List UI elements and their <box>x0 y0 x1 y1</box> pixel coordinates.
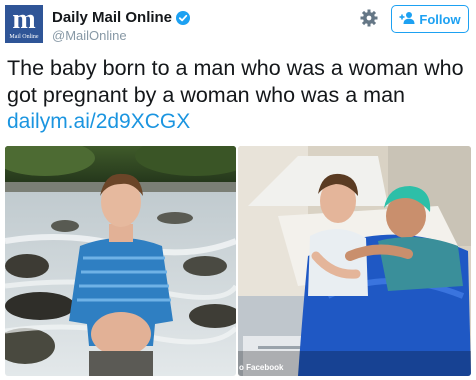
tweet-text: The baby born to a man who was a woman w… <box>7 56 464 107</box>
display-name[interactable]: Daily Mail Online <box>52 9 172 27</box>
photo-river[interactable] <box>5 146 236 376</box>
follow-button[interactable]: Follow <box>391 5 469 33</box>
photo-hospital[interactable] <box>238 146 471 376</box>
add-user-icon <box>399 11 415 28</box>
avatar[interactable]: m Mail Online <box>5 5 43 43</box>
logo-text: Mail Online <box>9 34 39 40</box>
photo-credit: o Facebook <box>239 363 284 372</box>
logo-letter: m <box>12 5 36 35</box>
account-handle[interactable]: @MailOnline <box>52 28 127 43</box>
tweet-card: m Mail Online Daily Mail Online @MailOnl… <box>0 0 476 380</box>
name-row: Daily Mail Online <box>52 9 191 27</box>
follow-label: Follow <box>419 11 461 27</box>
gear-icon[interactable] <box>360 9 378 27</box>
verified-badge-icon <box>176 11 191 25</box>
tweet-link[interactable]: dailym.ai/2d9XCGX <box>7 109 190 135</box>
